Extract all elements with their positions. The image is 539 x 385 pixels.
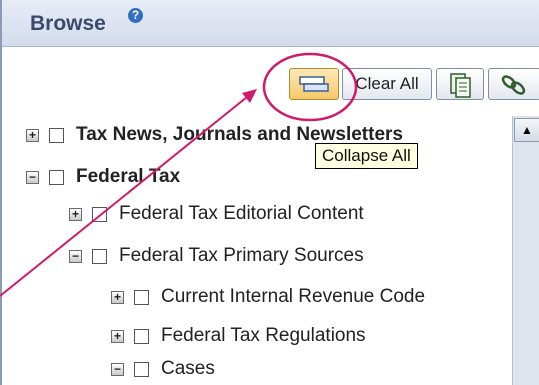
tree-checkbox[interactable] xyxy=(134,361,149,377)
tree-row[interactable]: + Federal Tax Regulations xyxy=(111,323,366,349)
clear-all-button[interactable]: Clear All xyxy=(342,68,432,100)
tree-checkbox[interactable] xyxy=(49,127,64,143)
tree-checkbox[interactable] xyxy=(134,289,149,305)
tree-item-label[interactable]: Federal Tax xyxy=(76,166,180,188)
collapse-all-icon xyxy=(299,76,329,92)
panel-title: Browse xyxy=(30,12,106,35)
tree-row[interactable]: + Current Internal Revenue Code xyxy=(111,284,425,310)
tree-item-label[interactable]: Federal Tax Regulations xyxy=(161,325,366,347)
tree-item-label[interactable]: Current Internal Revenue Code xyxy=(161,286,425,308)
collapse-all-tooltip: Collapse All xyxy=(315,143,418,169)
tree-row[interactable]: − Cases xyxy=(111,356,215,382)
tree-row[interactable]: + Federal Tax Editorial Content xyxy=(69,201,364,227)
tree-checkbox[interactable] xyxy=(49,169,64,185)
tree-row[interactable]: − Federal Tax xyxy=(26,164,180,190)
tree-row[interactable]: − Federal Tax Primary Sources xyxy=(69,243,364,269)
collapse-icon[interactable]: − xyxy=(111,362,124,376)
copy-button[interactable] xyxy=(436,68,484,100)
collapse-all-button[interactable] xyxy=(289,68,339,100)
expand-icon[interactable]: + xyxy=(111,329,124,343)
copy-documents-icon xyxy=(450,73,471,98)
tree-checkbox[interactable] xyxy=(92,248,107,264)
browse-panel: Browse ? Clear All ▲ + Tax News, Journals… xyxy=(0,0,539,385)
browse-header: Browse ? xyxy=(2,0,539,47)
link-icon xyxy=(501,75,526,95)
tree-item-label[interactable]: Cases xyxy=(161,358,215,380)
tree-item-label[interactable]: Federal Tax Primary Sources xyxy=(119,245,364,267)
link-button[interactable] xyxy=(488,68,539,100)
scroll-up-button[interactable]: ▲ xyxy=(514,118,539,142)
expand-icon[interactable]: + xyxy=(69,207,82,221)
tree-scrollbar[interactable] xyxy=(512,116,539,385)
tree-checkbox[interactable] xyxy=(92,206,107,222)
expand-icon[interactable]: + xyxy=(26,128,39,142)
collapse-icon[interactable]: − xyxy=(26,170,39,184)
tree-item-label[interactable]: Federal Tax Editorial Content xyxy=(119,203,364,225)
expand-icon[interactable]: + xyxy=(111,290,124,304)
collapse-icon[interactable]: − xyxy=(69,249,82,263)
help-icon[interactable]: ? xyxy=(128,8,143,23)
tree-checkbox[interactable] xyxy=(134,328,149,344)
